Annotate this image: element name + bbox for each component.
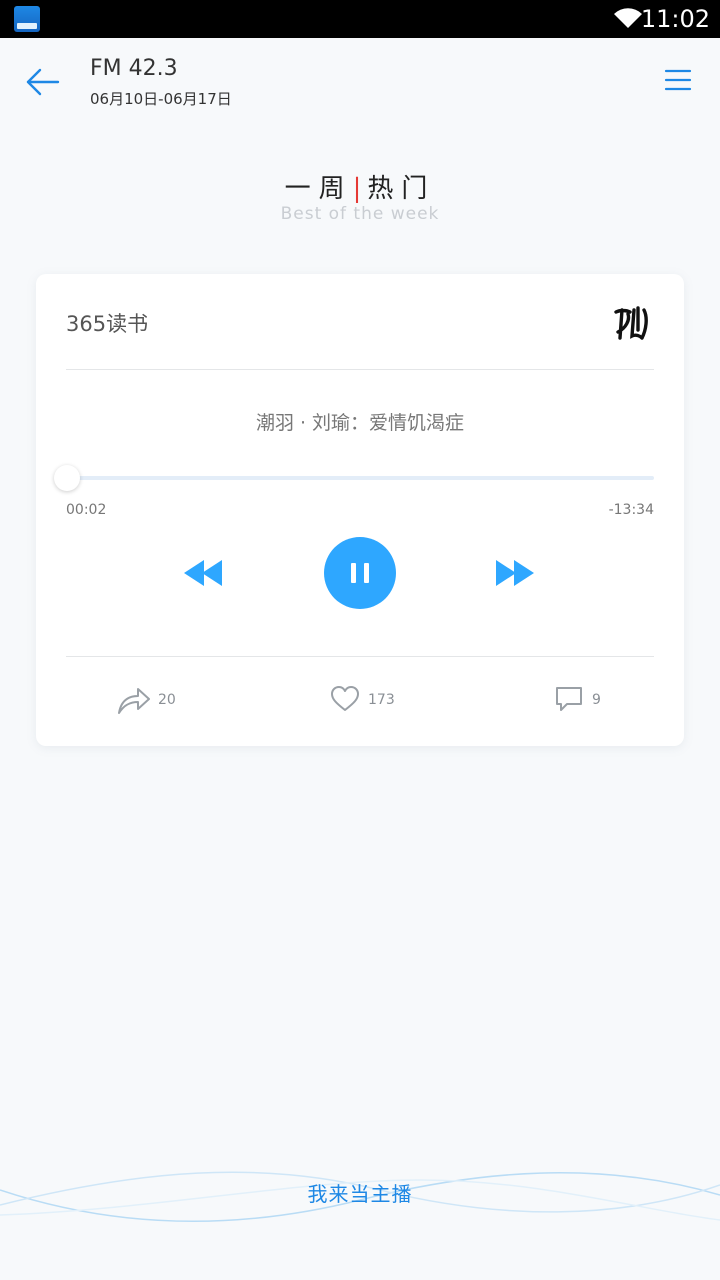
section-title-left: 一周	[284, 174, 353, 204]
hamburger-menu-icon	[664, 69, 692, 91]
clock: 11:02	[640, 5, 710, 33]
section-subtitle: Best of the week	[280, 204, 440, 224]
track-title: 潮羽 · 刘瑜：爱情饥渴症	[255, 412, 465, 434]
back-button[interactable]	[22, 62, 62, 102]
rewind-icon	[184, 560, 222, 586]
date-range: 06月10日-06月17日	[90, 90, 232, 108]
time-remaining: -13:34	[608, 502, 654, 518]
comment-icon	[556, 687, 582, 711]
menu-button[interactable]	[662, 66, 694, 94]
rewind-button[interactable]	[182, 558, 226, 588]
share-icon	[118, 688, 150, 714]
section-title: 一周|热门	[0, 168, 720, 205]
fast-forward-icon	[496, 560, 534, 586]
program-logo-icon[interactable]	[608, 300, 654, 346]
program-name: 365读书	[66, 312, 149, 336]
time-elapsed: 00:02	[66, 502, 107, 518]
heart-icon	[331, 686, 359, 711]
status-bar: 11:02	[0, 0, 720, 38]
section-title-right: 热门	[367, 174, 436, 204]
divider	[66, 369, 654, 370]
header: FM 42.3 06月10日-06月17日	[0, 38, 720, 128]
wifi-icon	[614, 8, 642, 28]
player-card: 365读书 潮羽 · 刘瑜：爱情饥渴症 00:02 -13:34 20 173 …	[36, 274, 684, 746]
app-notification-icon	[14, 6, 40, 32]
like-count: 173	[368, 692, 395, 708]
progress-bar[interactable]	[66, 476, 654, 480]
section-title-separator: |	[352, 174, 368, 204]
arrow-left-icon	[26, 68, 60, 96]
comment-button[interactable]: 9	[554, 680, 634, 720]
comment-count: 9	[592, 692, 601, 708]
station-title: FM 42.3	[90, 56, 178, 81]
divider	[66, 656, 654, 657]
like-button[interactable]: 173	[330, 680, 440, 720]
become-host-button[interactable]: 我来当主播	[0, 1178, 720, 1207]
fast-forward-button[interactable]	[494, 558, 538, 588]
share-button[interactable]: 20	[116, 680, 206, 720]
progress-knob[interactable]	[54, 465, 80, 491]
pause-button[interactable]	[324, 537, 396, 609]
share-count: 20	[158, 692, 176, 708]
